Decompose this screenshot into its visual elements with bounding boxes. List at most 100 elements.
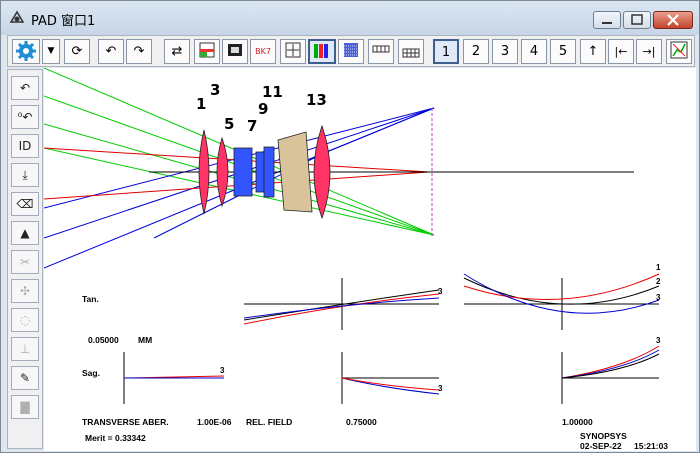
fit-button[interactable] [280, 39, 306, 64]
refresh-icon: ⟳ [71, 44, 83, 59]
lens-element-7 [255, 151, 265, 193]
eraser-icon: ⌫ [16, 197, 34, 211]
layout-icon [199, 42, 215, 58]
gear-icon [16, 41, 36, 61]
lens-element-9 [263, 146, 275, 198]
first-button[interactable]: |← [608, 39, 634, 64]
view-1-button[interactable]: 1 [433, 39, 459, 64]
title-bar[interactable]: PAD 窗口1 [1, 1, 699, 35]
optics-canvas: 1 3 5 7 9 11 13 Tan. 0.05000 MM Sag. TRA… [44, 68, 696, 451]
chart-icon [670, 41, 688, 59]
undo-icon: ↶ [19, 81, 31, 95]
curve-label-3-sag-axis: 3 [220, 366, 225, 375]
scissors-icon: ✂ [19, 255, 31, 269]
lens-element-5 [233, 147, 253, 197]
color-bars-button[interactable] [308, 39, 336, 64]
curve-label-3-tan-mid: 3 [438, 287, 443, 296]
split-button[interactable]: ⊥ [11, 337, 39, 361]
view-2-button[interactable]: 2 [463, 39, 489, 64]
circle-button[interactable]: ◌ [11, 308, 39, 332]
keyboard-button[interactable] [368, 39, 394, 64]
surface-label-7: 7 [247, 117, 258, 135]
color-bars-icon [314, 44, 328, 58]
curve-label-3-sag-full: 3 [656, 336, 661, 345]
split-icon: ⊥ [19, 342, 31, 356]
first-icon: |← [614, 45, 628, 58]
side-toolbar: ↶ ⁰↶ ID ⤓ ⌫ ▲ ✂ ✣ ◌ ⊥ ✎ ▇ [7, 69, 43, 449]
app-window: PAD 窗口1 ▼ ⟳ ↶ ↷ ⇄ BK7 1 2 3 4 5 ↑ |← →| … [0, 0, 700, 453]
curve-label-3-tan: 3 [656, 293, 661, 302]
layout-button[interactable] [194, 39, 220, 64]
lens-element-3 [216, 136, 229, 208]
close-button[interactable] [653, 11, 693, 29]
date-label: 02-SEP-22 [580, 441, 622, 451]
film-button[interactable] [222, 39, 248, 64]
chart-button[interactable] [666, 39, 692, 64]
fit-icon [285, 42, 301, 58]
surface-label-5: 5 [224, 115, 235, 133]
scale-unit: MM [138, 335, 153, 345]
lens-drawing [44, 68, 660, 404]
glass-bk7-icon: BK7 [255, 47, 271, 56]
surface-label-11: 11 [262, 83, 283, 101]
stamp-icon: ▇ [20, 400, 30, 414]
dropdown-arrow-icon: ▼ [47, 46, 55, 56]
last-icon: →| [642, 45, 656, 58]
time-label: 15:21:03 [634, 441, 669, 451]
surface-label-13: 13 [306, 91, 327, 109]
aberration-plots [123, 273, 660, 404]
minimize-button[interactable] [593, 11, 621, 29]
up-arrow-button[interactable]: ↑ [580, 39, 606, 64]
rel-field-label: REL. FIELD [246, 417, 293, 427]
surface-label-9: 9 [258, 100, 269, 118]
settings-gear-button[interactable] [12, 39, 40, 64]
view-4-button[interactable]: 4 [521, 39, 547, 64]
view-3-button[interactable]: 3 [492, 39, 518, 64]
pencil-icon: ✎ [19, 371, 31, 385]
scissors-button[interactable]: ✂ [11, 250, 39, 274]
undo-icon: ↶ [105, 44, 117, 59]
last-button[interactable]: →| [636, 39, 662, 64]
redo-button[interactable]: ↷ [126, 39, 152, 64]
view-2-label: 2 [471, 44, 481, 59]
swap-button[interactable]: ⇄ [164, 39, 190, 64]
redo-icon: ↷ [133, 44, 145, 59]
glass-bk7-button[interactable]: BK7 [250, 39, 276, 64]
minimize-icon [602, 22, 612, 24]
footer-value: 1.00E-06 [197, 417, 232, 427]
move-button[interactable]: ✣ [11, 279, 39, 303]
close-icon [667, 14, 679, 26]
download-button[interactable]: ⤓ [11, 163, 39, 187]
id-button[interactable]: ID [11, 134, 39, 158]
pencil-button[interactable]: ✎ [11, 366, 39, 390]
circle-icon: ◌ [19, 313, 31, 327]
refresh-button[interactable]: ⟳ [64, 39, 90, 64]
zero-icon: ⁰↶ [17, 110, 33, 124]
dropdown-button[interactable]: ▼ [42, 39, 60, 64]
undo-button[interactable]: ↶ [11, 76, 39, 100]
eraser-button[interactable]: ⌫ [11, 192, 39, 216]
tan-label: Tan. [82, 294, 99, 304]
move-icon: ✣ [19, 284, 31, 298]
keyboard-icon [372, 45, 390, 53]
download-icon: ⤓ [22, 168, 28, 182]
surface-label-1: 1 [196, 95, 207, 113]
up-arrow-icon: ↑ [587, 44, 599, 59]
keypad-button[interactable] [398, 39, 424, 64]
triangle-icon: ▲ [20, 226, 30, 240]
triangle-button[interactable]: ▲ [11, 221, 39, 245]
scale-value: 0.05000 [88, 335, 119, 345]
view-5-button[interactable]: 5 [550, 39, 576, 64]
merit-value: Merit = 0.33342 [85, 433, 146, 443]
zero-button[interactable]: ⁰↶ [11, 105, 39, 129]
id-icon: ID [18, 139, 32, 153]
footer-label: TRANSVERSE ABER. [82, 417, 169, 427]
stamp-button[interactable]: ▇ [11, 395, 39, 419]
maximize-button[interactable] [623, 11, 651, 29]
pattern-button[interactable] [338, 39, 364, 64]
curve-label-1-tan: 1 [656, 263, 661, 272]
undo-button[interactable]: ↶ [98, 39, 124, 64]
toolbar: ▼ ⟳ ↶ ↷ ⇄ BK7 1 2 3 4 5 ↑ |← →| [7, 35, 695, 67]
keypad-icon [402, 48, 420, 58]
surface-label-3: 3 [210, 81, 221, 99]
